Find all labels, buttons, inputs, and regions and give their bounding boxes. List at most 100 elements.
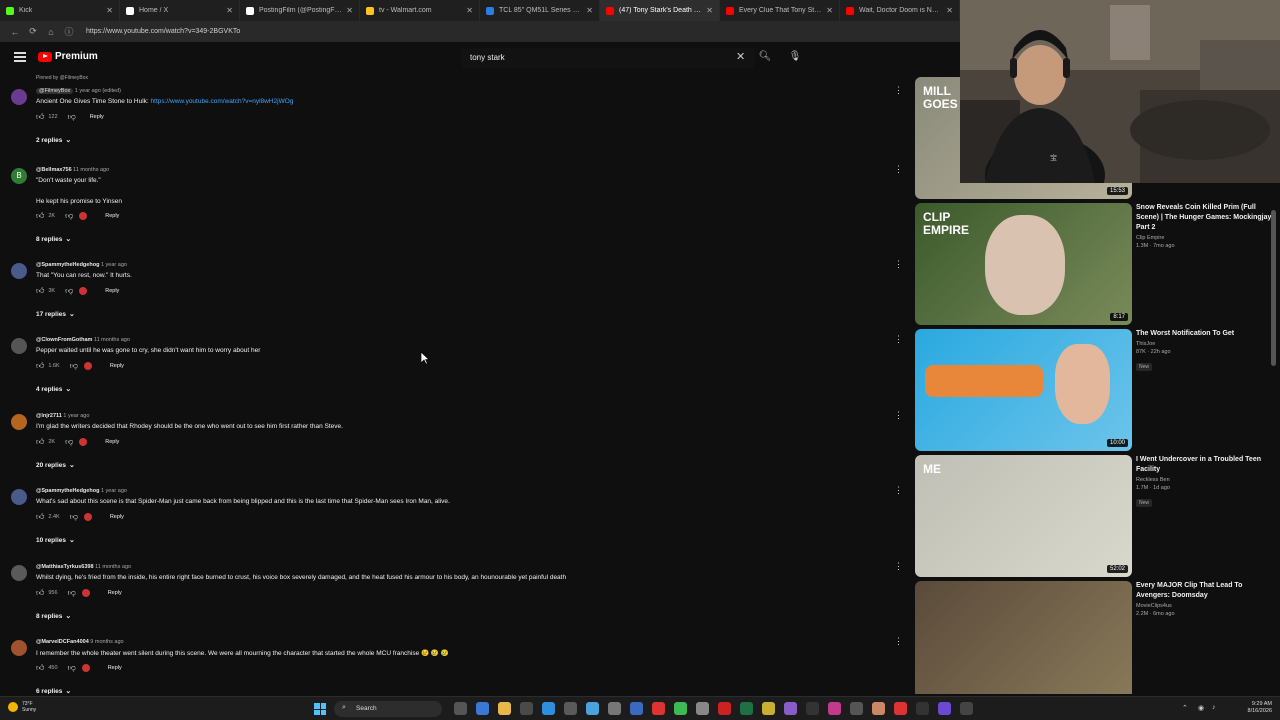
video-channel[interactable]: MovieClips4us [1136, 603, 1276, 609]
search-input[interactable]: tony stark [462, 48, 754, 68]
thumbs-down-icon[interactable]: 👎︎ [70, 361, 78, 371]
browser-tab[interactable]: Kick ✕ [0, 0, 120, 21]
view-replies-button[interactable]: 10 replies ⌄ [36, 536, 75, 544]
comment-time[interactable]: 11 months ago [95, 564, 131, 570]
kick-icon[interactable] [806, 702, 819, 715]
app-icon[interactable] [894, 702, 907, 715]
tab-close-icon[interactable]: ✕ [586, 6, 593, 15]
app-icon[interactable] [872, 702, 885, 715]
tab-close-icon[interactable]: ✕ [226, 6, 233, 15]
volume-icon[interactable]: ♪ [1212, 704, 1216, 711]
thumbs-up-icon[interactable]: 👍︎ [36, 286, 44, 296]
search-icon[interactable]: 🔍︎ [756, 48, 774, 66]
settings-icon[interactable] [696, 702, 709, 715]
more-options-icon[interactable]: ⋮ [894, 410, 903, 421]
reply-button[interactable]: Reply [90, 114, 104, 120]
notes-icon[interactable] [762, 702, 775, 715]
youtube-logo[interactable]: Premium [38, 51, 98, 62]
reply-button[interactable]: Reply [108, 665, 122, 671]
more-options-icon[interactable]: ⋮ [894, 164, 903, 175]
acrobat-icon[interactable] [718, 702, 731, 715]
view-replies-button[interactable]: 4 replies ⌄ [36, 385, 71, 393]
video-channel[interactable]: Clip Empire [1136, 235, 1276, 241]
thumbs-down-icon[interactable]: 👎︎ [65, 286, 73, 296]
video-title[interactable]: The Worst Notification To Get [1136, 329, 1276, 339]
thumbs-up-icon[interactable]: 👍︎ [36, 211, 44, 221]
recommended-video[interactable]: CLIP EMPIRE 8:17 Snow Reveals Coin Killed … [915, 203, 1280, 325]
browser-tab[interactable]: Every Clue That Tony Stark was Ali ✕ [720, 0, 840, 21]
comment-time[interactable]: 1 year ago [101, 488, 127, 494]
comment-author[interactable]: @MatthiasTyrkus6398 [36, 564, 94, 570]
comment-time[interactable]: 1 year ago [101, 262, 127, 268]
avatar[interactable] [11, 565, 27, 581]
network-icon[interactable]: ◉ [1198, 704, 1204, 712]
menu-icon[interactable] [14, 52, 26, 62]
browser-tab[interactable]: tv - Walmart.com ✕ [360, 0, 480, 21]
comment-author[interactable]: @SpammytheHedgehog [36, 262, 99, 268]
view-replies-button[interactable]: 8 replies ⌄ [36, 612, 71, 620]
weather-widget[interactable]: 73°F Sunny [8, 701, 36, 713]
comment-time[interactable]: 11 months ago [94, 337, 130, 343]
video-title[interactable]: Snow Reveals Coin Killed Prim (Full Scen… [1136, 203, 1276, 233]
browser-tab[interactable]: TCL 85" QM51L Series QD-Mini LED ✕ [480, 0, 600, 21]
edge-icon[interactable] [542, 702, 555, 715]
thumbs-down-icon[interactable]: 👎︎ [68, 588, 76, 598]
avatar[interactable] [11, 338, 27, 354]
avatar[interactable] [11, 640, 27, 656]
reply-button[interactable]: Reply [108, 590, 122, 596]
tab-close-icon[interactable]: ✕ [706, 6, 713, 15]
thumbs-up-icon[interactable]: 👍︎ [36, 437, 44, 447]
comment-link[interactable]: https://www.youtube.com/watch?v=nyl8wH2j… [151, 98, 294, 105]
more-options-icon[interactable]: ⋮ [894, 259, 903, 270]
chrome-icon[interactable] [674, 702, 687, 715]
thumbs-down-icon[interactable]: 👎︎ [68, 112, 76, 122]
reply-button[interactable]: Reply [105, 439, 119, 445]
more-options-icon[interactable]: ⋮ [894, 561, 903, 572]
reply-button[interactable]: Reply [105, 288, 119, 294]
video-channel[interactable]: Reckless Ben [1136, 477, 1276, 483]
microphone-icon[interactable]: 🎙︎ [786, 48, 804, 66]
view-replies-button[interactable]: 2 replies ⌄ [36, 136, 71, 144]
recommended-video[interactable]: 10:00 The Worst Notification To Get ThisJo… [915, 329, 1280, 451]
more-options-icon[interactable]: ⋮ [894, 85, 903, 96]
obs-icon[interactable] [938, 702, 951, 715]
comment-time[interactable]: 1 year ago [63, 413, 89, 419]
store-icon[interactable] [564, 702, 577, 715]
mail-icon[interactable] [520, 702, 533, 715]
comment-time[interactable]: 1 year ago (edited) [75, 88, 121, 94]
browser-icon[interactable] [476, 702, 489, 715]
youtube-icon[interactable] [652, 702, 665, 715]
reply-button[interactable]: Reply [105, 213, 119, 219]
site-info-icon[interactable]: ⓘ [62, 25, 76, 38]
thumbs-down-icon[interactable]: 👎︎ [65, 211, 73, 221]
browser-tab[interactable]: Home / X ✕ [120, 0, 240, 21]
tab-close-icon[interactable]: ✕ [106, 6, 113, 15]
thumbs-up-icon[interactable]: 👍︎ [36, 112, 44, 122]
more-options-icon[interactable]: ⋮ [894, 334, 903, 345]
tab-close-icon[interactable]: ✕ [466, 6, 473, 15]
clear-search-icon[interactable]: ✕ [736, 50, 745, 63]
file-explorer-icon[interactable] [454, 702, 467, 715]
photos-icon[interactable] [784, 702, 797, 715]
more-options-icon[interactable]: ⋮ [894, 636, 903, 647]
windows-start-icon[interactable] [314, 703, 326, 715]
thumbs-down-icon[interactable]: 👎︎ [70, 512, 78, 522]
video-channel[interactable]: ThisJoe [1136, 341, 1276, 347]
app-icon[interactable] [828, 702, 841, 715]
video-title[interactable]: Every MAJOR Clip That Lead To Avengers: … [1136, 581, 1276, 601]
comment-time[interactable]: 9 months ago [90, 639, 123, 645]
view-replies-button[interactable]: 17 replies ⌄ [36, 310, 75, 318]
home-icon[interactable]: ⌂ [44, 27, 58, 37]
tab-close-icon[interactable]: ✕ [946, 6, 953, 15]
thumbs-up-icon[interactable]: 👍︎ [36, 361, 44, 371]
comment-author[interactable]: @ClownFromGotham [36, 337, 92, 343]
app-icon[interactable] [608, 702, 621, 715]
more-options-icon[interactable]: ⋮ [894, 485, 903, 496]
video-thumbnail[interactable]: 10:00 [915, 329, 1132, 451]
view-replies-button[interactable]: 6 replies ⌄ [36, 687, 71, 694]
thumbs-up-icon[interactable]: 👍︎ [36, 588, 44, 598]
app-icon[interactable] [850, 702, 863, 715]
app-icon[interactable] [960, 702, 973, 715]
comment-author[interactable]: @FilmeyBox [36, 88, 74, 94]
recommended-video[interactable]: ME 52:02 I Went Undercover in a Troubled T… [915, 455, 1280, 577]
